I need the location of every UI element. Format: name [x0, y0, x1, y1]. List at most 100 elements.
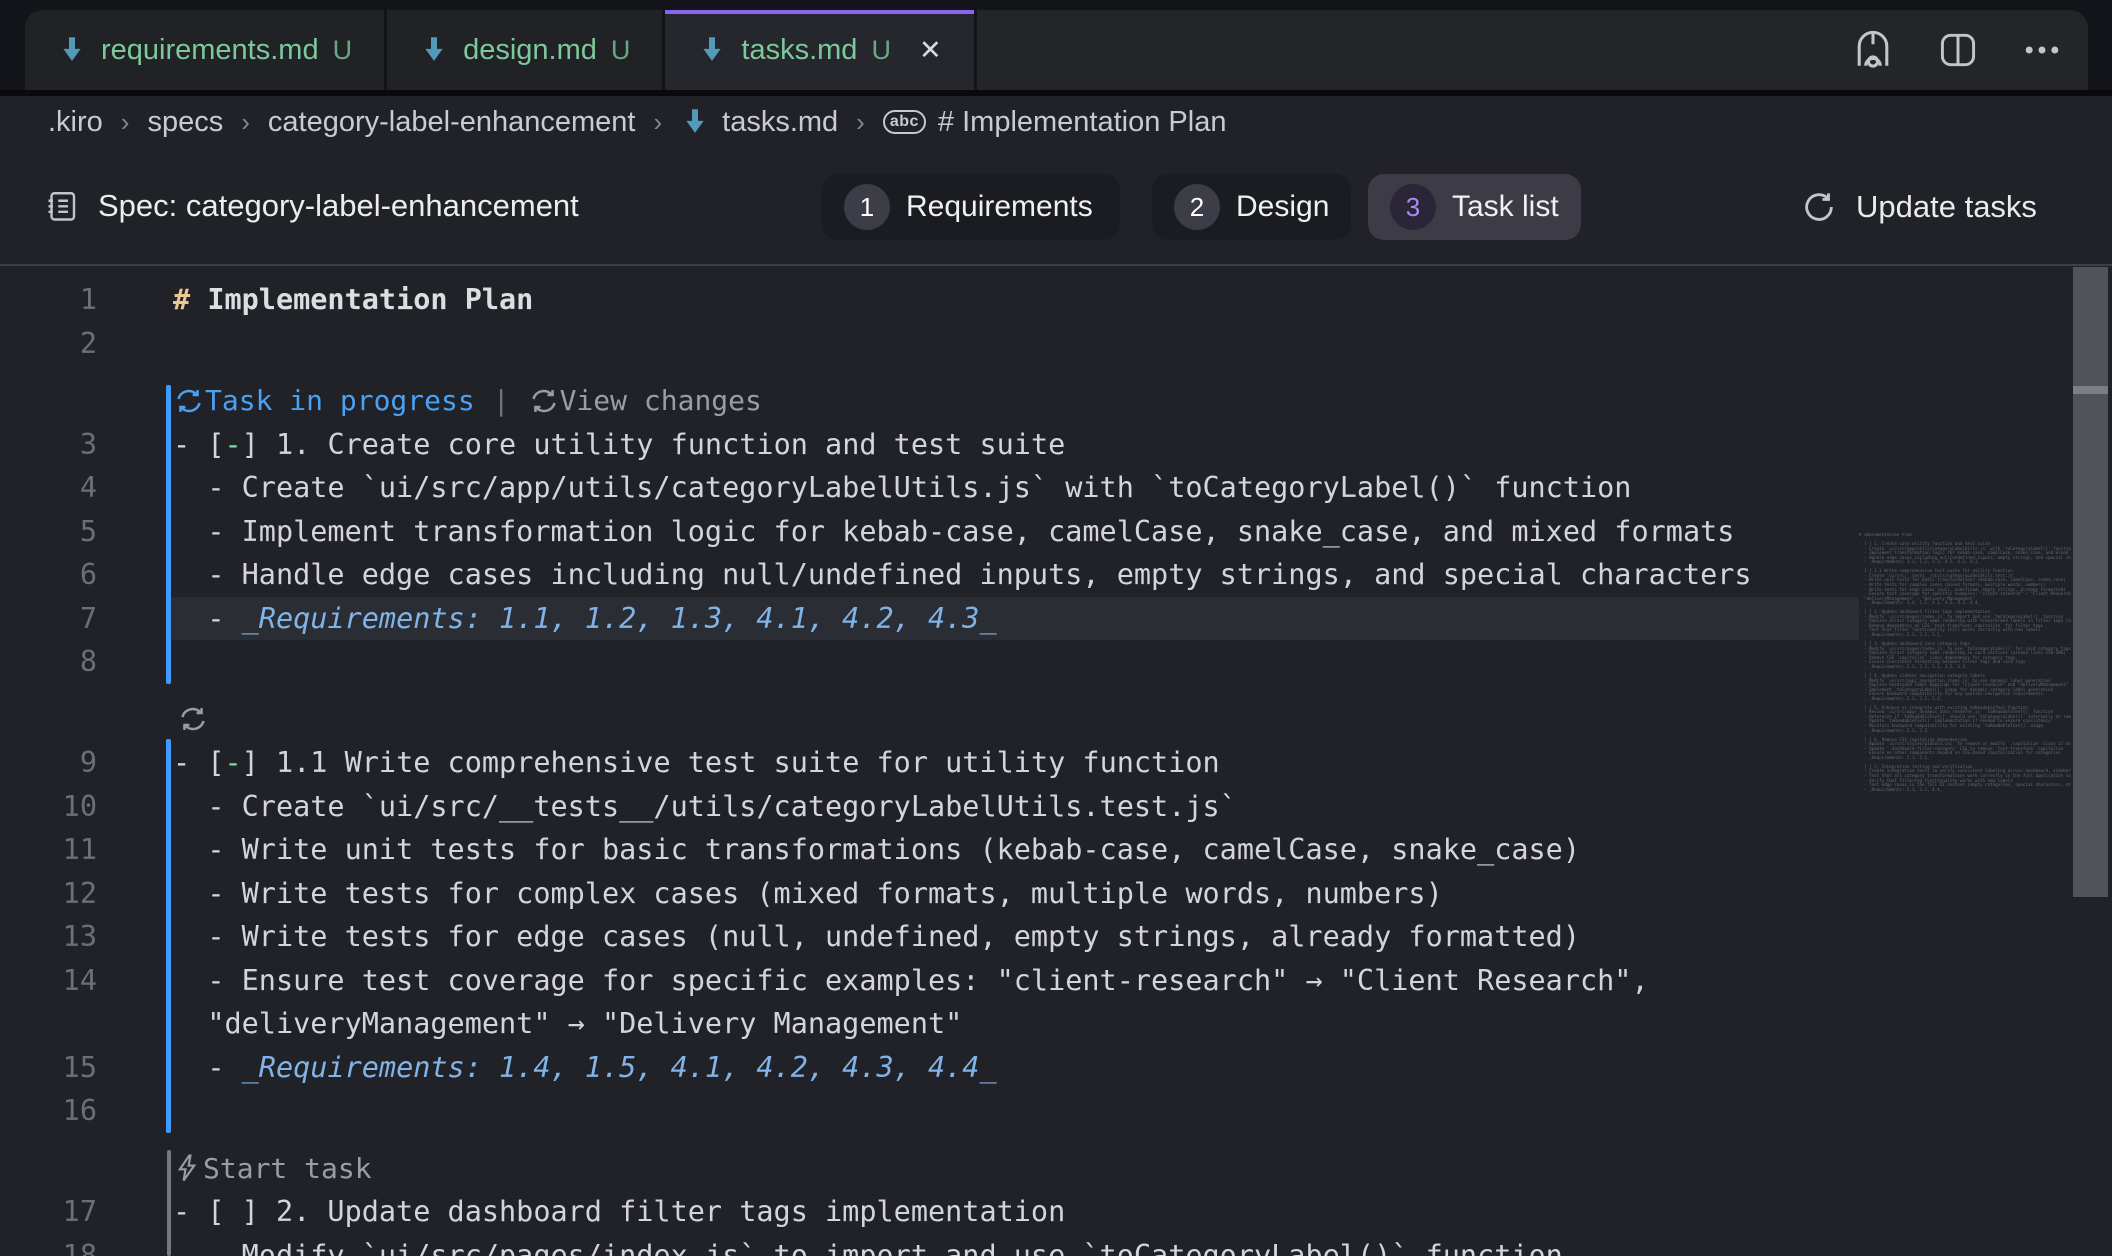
code-line[interactable]: 2 [0, 322, 2112, 366]
more-actions-icon[interactable] [2020, 28, 2064, 72]
codelens-row [173, 698, 2112, 742]
line-number: 18 [0, 1239, 97, 1256]
update-tasks-button[interactable]: Update tasks [1800, 174, 2037, 240]
spec-title-label: Spec: category-label-enhancement [98, 188, 579, 224]
tab-requirements.md[interactable]: requirements.mdU [25, 10, 387, 90]
code-line[interactable]: 13 - Write tests for edge cases (null, u… [0, 915, 2112, 959]
breadcrumb-item[interactable]: abc# Implementation Plan [883, 106, 1227, 139]
kiro-logo-icon[interactable] [1850, 27, 1896, 73]
code-line[interactable]: 16 [0, 1089, 2112, 1133]
spec-step-design[interactable]: 2Design [1152, 174, 1351, 240]
codelens-task-in-progress[interactable]: Task in progress [173, 384, 475, 417]
line-content: - [-] 1.1 Write comprehensive test suite… [173, 746, 1220, 779]
overview-ruler-mark [2073, 386, 2108, 394]
tab-filename: design.md [463, 34, 597, 67]
code-line[interactable]: 3- [-] 1. Create core utility function a… [0, 423, 2112, 467]
breadcrumb-separator: › [653, 107, 662, 138]
codelens-loading[interactable] [177, 703, 209, 735]
codelens-separator: | [493, 384, 510, 417]
spec-step-requirements[interactable]: 1Requirements [822, 174, 1120, 240]
breadcrumb-item[interactable]: specs [147, 106, 223, 139]
split-editor-icon[interactable] [1936, 28, 1980, 72]
code-line[interactable]: 5 - Implement transformation logic for k… [0, 510, 2112, 554]
code-line[interactable]: 6 - Handle edge cases including null/und… [0, 553, 2112, 597]
code-line[interactable]: 1# Implementation Plan [0, 278, 2112, 322]
code-line-current[interactable]: 7 - _Requirements: 1.1, 1.2, 1.3, 4.1, 4… [0, 597, 2112, 641]
code-line[interactable]: 10 - Create `ui/src/__tests__/utils/cate… [0, 785, 2112, 829]
code-line[interactable]: 15 - _Requirements: 1.4, 1.5, 4.1, 4.2, … [0, 1046, 2112, 1090]
step-label: Task list [1452, 190, 1559, 224]
code-line[interactable]: 9- [-] 1.1 Write comprehensive test suit… [0, 741, 2112, 785]
tab-filename: requirements.md [101, 34, 319, 67]
code-line[interactable]: 18 - Modify `ui/src/pages/index.js` to i… [0, 1234, 2112, 1256]
markdown-file-icon [419, 34, 449, 66]
line-number: 6 [0, 558, 97, 591]
markdown-file-icon [57, 34, 87, 66]
line-number: 7 [0, 602, 97, 635]
spec-title: Spec: category-label-enhancement [44, 148, 579, 264]
close-tab-icon[interactable]: ✕ [919, 35, 942, 66]
sync-icon [173, 385, 205, 417]
line-content: - Create `ui/src/app/utils/categoryLabel… [173, 471, 1631, 504]
lightning-icon [173, 1152, 203, 1184]
line-number: 16 [0, 1094, 97, 1127]
breadcrumb-separator: › [241, 107, 250, 138]
codelens-view-changes[interactable]: View changes [528, 384, 762, 417]
line-content: - Write tests for edge cases (null, unde… [173, 920, 1580, 953]
row-spacer [0, 684, 2112, 698]
line-content: - Handle edge cases including null/undef… [173, 558, 1752, 591]
breadcrumb-item[interactable]: .kiro [48, 106, 103, 139]
breadcrumb-item[interactable]: tasks.md [680, 106, 838, 139]
line-number: 11 [0, 833, 97, 866]
symbol-text-icon: abc [883, 110, 926, 134]
breadcrumb-item[interactable]: category-label-enhancement [268, 106, 636, 139]
refresh-icon [1800, 188, 1838, 226]
step-number-badge: 2 [1174, 184, 1220, 230]
line-content: - Write tests for complex cases (mixed f… [173, 877, 1443, 910]
tab-bar: requirements.mdUdesign.mdUtasks.mdU✕ [0, 0, 2112, 90]
breadcrumb-separator: › [121, 107, 130, 138]
line-number: 10 [0, 790, 97, 823]
line-number: 17 [0, 1195, 97, 1228]
sync-icon [528, 385, 560, 417]
markdown-file-icon [697, 34, 727, 66]
line-number: 5 [0, 515, 97, 548]
line-content: - Modify `ui/src/pages/index.js` to impo… [173, 1239, 1563, 1256]
line-number: 14 [0, 964, 97, 997]
code-line[interactable]: 11 - Write unit tests for basic transfor… [0, 828, 2112, 872]
editor-pane[interactable]: 1# Implementation Plan 2 Task in progress |… [0, 266, 2112, 1256]
line-number: 4 [0, 471, 97, 504]
tab-design.md[interactable]: design.mdU [387, 10, 665, 90]
row-spacer [0, 365, 2112, 379]
code-line[interactable]: 8 [0, 640, 2112, 684]
line-number: 1 [0, 283, 97, 316]
code-line[interactable]: 12 - Write tests for complex cases (mixe… [0, 872, 2112, 916]
code-line[interactable]: 4 - Create `ui/src/app/utils/categoryLab… [0, 466, 2112, 510]
update-tasks-label: Update tasks [1856, 189, 2037, 225]
line-number: 3 [0, 428, 97, 461]
code-line[interactable]: 14 - Ensure test coverage for specific e… [0, 959, 2112, 1003]
line-content: - _Requirements: 1.1, 1.2, 1.3, 4.1, 4.2… [173, 602, 997, 635]
spec-step-task-list[interactable]: 3 Task list [1368, 174, 1581, 240]
minimap[interactable]: # Implementation Plan - [-] 1. Create co… [1859, 533, 2071, 1253]
markdown-file-icon [680, 106, 710, 138]
tab-tasks.md[interactable]: tasks.mdU✕ [665, 10, 976, 90]
code-line[interactable]: 17 - [ ] 2. Update dashboard filter tags … [0, 1190, 2112, 1234]
line-number: 2 [0, 327, 97, 360]
scrollbar-thumb[interactable] [2073, 267, 2108, 897]
line-number: 15 [0, 1051, 97, 1084]
line-content: - Write unit tests for basic transformat… [173, 833, 1580, 866]
git-untracked-badge: U [871, 35, 891, 66]
task-progress-bar [166, 739, 171, 1133]
line-content: - _Requirements: 1.4, 1.5, 4.1, 4.2, 4.3… [173, 1051, 997, 1084]
codelens-start-task[interactable]: Start task [173, 1152, 372, 1185]
line-content: "deliveryManagement" → "Delivery Managem… [173, 1007, 962, 1040]
line-number: 12 [0, 877, 97, 910]
tab-strip: requirements.mdUdesign.mdUtasks.mdU✕ [25, 10, 2088, 90]
sync-icon [177, 703, 209, 735]
line-content: - [ ] 2. Update dashboard filter tags im… [173, 1195, 1065, 1228]
code-line[interactable]: "deliveryManagement" → "Delivery Managem… [0, 1002, 2112, 1046]
line-content: - Implement transformation logic for keb… [173, 515, 1734, 548]
breadcrumb: .kiro › specs › category-label-enhancement › t… [0, 96, 2112, 148]
step-number-badge: 3 [1390, 184, 1436, 230]
